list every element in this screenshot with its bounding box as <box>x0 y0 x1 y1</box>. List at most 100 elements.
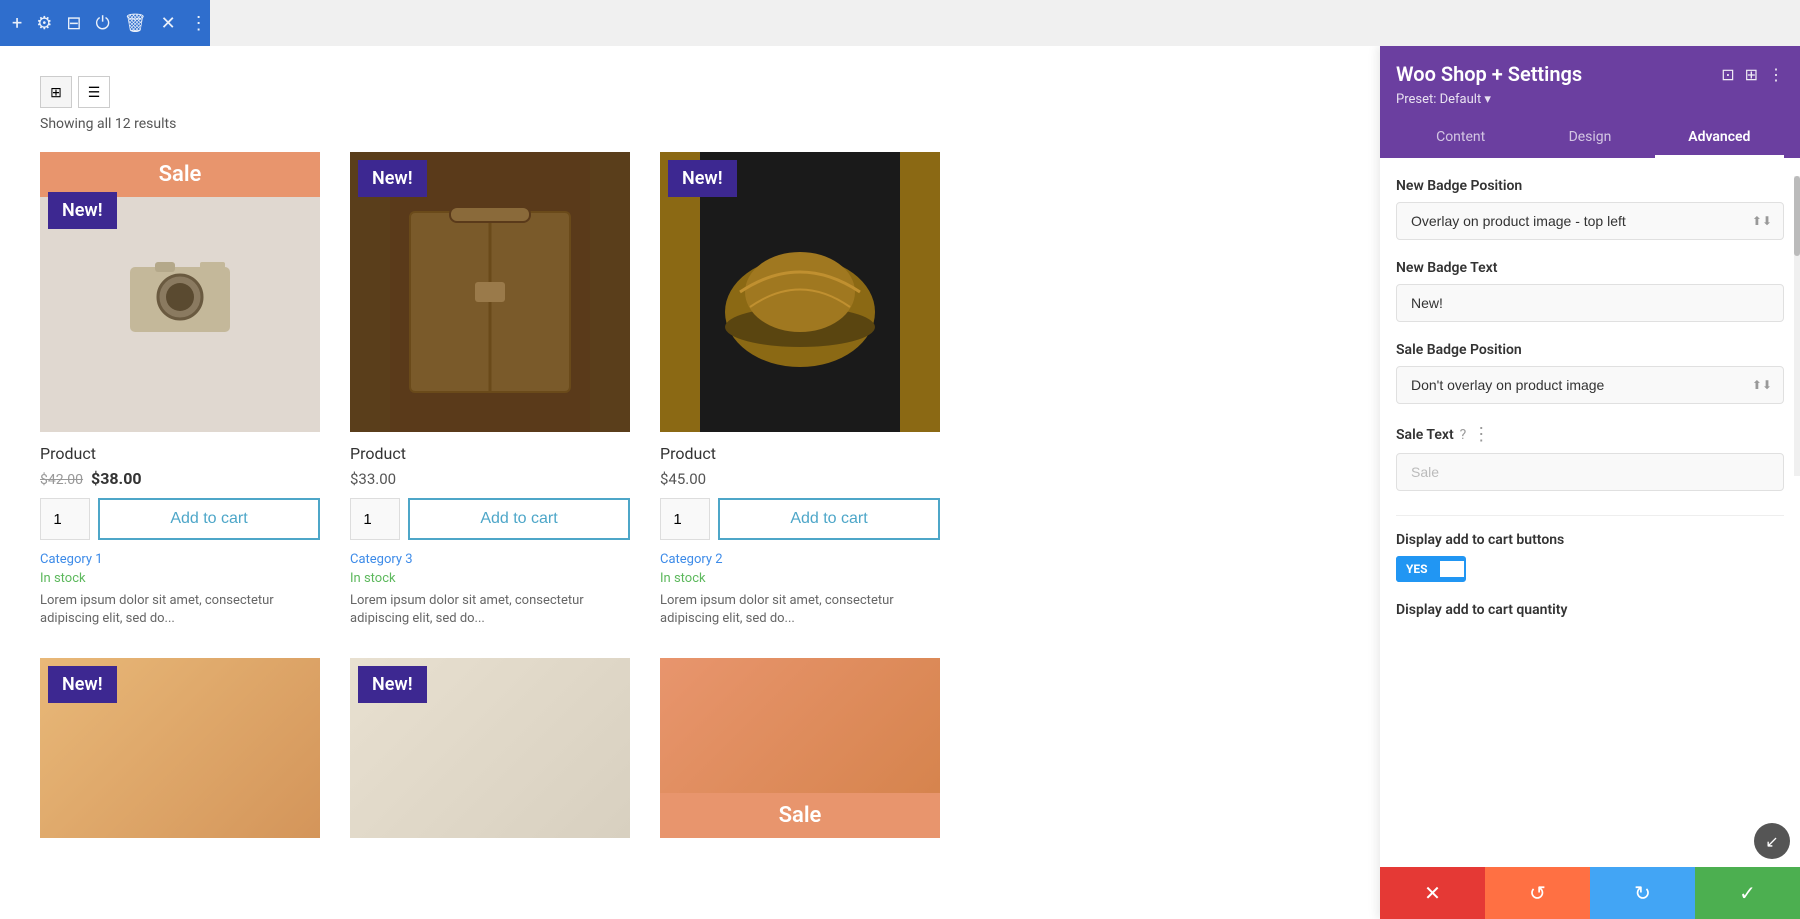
panel-title-row: Woo Shop + Settings ⊡ ⊞ ⋮ <box>1396 62 1784 86</box>
panel-actions: ✕ ↺ ↻ ✓ <box>1380 867 1800 919</box>
scrollbar-thumb[interactable] <box>1794 176 1800 256</box>
new-badge-position-select[interactable]: Overlay on product image - top left Over… <box>1396 202 1784 240</box>
add-to-cart-row-3: Add to cart <box>660 498 940 540</box>
grid-view-button[interactable]: ⊞ <box>40 76 72 108</box>
new-badge-5: New! <box>358 666 427 703</box>
sale-banner-1: Sale <box>40 152 320 197</box>
confirm-button[interactable]: ✓ <box>1695 867 1800 919</box>
product-desc-2: Lorem ipsum dolor sit amet, consectetur … <box>350 592 630 628</box>
add-to-cart-row-2: Add to cart <box>350 498 630 540</box>
product-image-wrap-2: New! <box>350 152 630 432</box>
quantity-input-3[interactable] <box>660 498 710 540</box>
product-stock-1: In stock <box>40 571 320 586</box>
sale-badge-position-select[interactable]: Don't overlay on product image Overlay o… <box>1396 366 1784 404</box>
new-badge-1: New! <box>48 192 117 229</box>
sale-text-input[interactable] <box>1396 453 1784 491</box>
product-stock-3: In stock <box>660 571 940 586</box>
divider-1 <box>1396 515 1784 516</box>
power-icon[interactable]: ⏻ <box>95 13 109 34</box>
more-options-icon[interactable]: ⋮ <box>1472 424 1490 445</box>
new-badge-4: New! <box>48 666 117 703</box>
product-image-wrap: Sale New! <box>40 152 320 432</box>
product-image-wrap-3: New! <box>660 152 940 432</box>
help-icon[interactable]: ? <box>1460 427 1467 443</box>
product-price-1: $42.00 $38.00 <box>40 469 320 488</box>
display-add-to-cart-quantity-label: Display add to cart quantity <box>1396 602 1784 618</box>
toggle-yes-label: YES <box>1396 556 1438 582</box>
columns-icon[interactable]: ⊞ <box>1745 65 1758 84</box>
layout-icon[interactable]: ⊟ <box>66 13 81 34</box>
product-category-1: Category 1 <box>40 552 320 567</box>
trash-icon[interactable]: 🗑 <box>124 13 147 34</box>
main-content: ⊞ ☰ Showing all 12 results <box>0 46 1800 919</box>
price-new-1: $38.00 <box>91 469 142 488</box>
cancel-button[interactable]: ✕ <box>1380 867 1485 919</box>
tab-content[interactable]: Content <box>1396 119 1525 158</box>
sale-text-label-row: Sale Text ? ⋮ <box>1396 424 1784 445</box>
showing-results: Showing all 12 results <box>40 116 1360 132</box>
table-row: New! <box>40 658 320 850</box>
menu-icon[interactable]: ⋮ <box>1768 65 1784 84</box>
product-image-wrap-4: New! <box>40 658 320 838</box>
undo-icon: ↺ <box>1529 881 1546 905</box>
panel-header: Woo Shop + Settings ⊡ ⊞ ⋮ Preset: Defaul… <box>1380 46 1800 158</box>
price-old-1: $42.00 <box>40 472 83 488</box>
tab-design[interactable]: Design <box>1525 119 1654 158</box>
product-name-3: Product <box>660 444 940 463</box>
add-to-cart-button-3[interactable]: Add to cart <box>718 498 940 540</box>
table-row: Sale New! Product $42.00 $38.00 Add to c… <box>40 152 320 628</box>
settings-panel: Woo Shop + Settings ⊡ ⊞ ⋮ Preset: Defaul… <box>1380 46 1800 919</box>
quantity-input-1[interactable] <box>40 498 90 540</box>
add-to-cart-row-1: Add to cart <box>40 498 320 540</box>
more-icon[interactable]: ⋮ <box>190 13 208 34</box>
tab-advanced[interactable]: Advanced <box>1655 119 1784 158</box>
cancel-icon: ✕ <box>1424 881 1441 905</box>
sale-badge-position-label: Sale Badge Position <box>1396 342 1784 358</box>
arrow-icon: ↙ <box>1765 832 1778 851</box>
product-name-2: Product <box>350 444 630 463</box>
add-icon[interactable]: + <box>12 13 22 34</box>
toggle-yes-no[interactable]: YES <box>1396 556 1466 582</box>
confirm-icon: ✓ <box>1739 881 1756 905</box>
add-to-cart-button-2[interactable]: Add to cart <box>408 498 630 540</box>
table-row: New! Product $45.00 Add to cart Category… <box>660 152 940 628</box>
quantity-input-2[interactable] <box>350 498 400 540</box>
top-toolbar: + ⚙ ⊟ ⏻ 🗑 ✕ ⋮ <box>0 0 210 46</box>
table-row: New! <box>350 658 630 850</box>
new-badge-2: New! <box>358 160 427 197</box>
scrollbar-track <box>1794 176 1800 476</box>
new-badge-text-input[interactable] <box>1396 284 1784 322</box>
table-row: Sale <box>660 658 940 850</box>
product-image-wrap-5: New! <box>350 658 630 838</box>
table-row: New! Product $33.00 Add to cart Category… <box>350 152 630 628</box>
undo-button[interactable]: ↺ <box>1485 867 1590 919</box>
panel-body: New Badge Position Overlay on product im… <box>1380 158 1800 901</box>
products-grid-bottom: New! New! Sale <box>40 658 1360 850</box>
panel-title: Woo Shop + Settings <box>1396 62 1582 86</box>
view-controls: ⊞ ☰ <box>40 76 1360 108</box>
toggle-thumb <box>1438 559 1466 579</box>
panel-title-icons: ⊡ ⊞ ⋮ <box>1721 65 1784 84</box>
new-badge-text-label: New Badge Text <box>1396 260 1784 276</box>
redo-button[interactable]: ↻ <box>1590 867 1695 919</box>
product-name-1: Product <box>40 444 320 463</box>
price-regular-3: $45.00 <box>660 470 706 488</box>
list-view-button[interactable]: ☰ <box>78 76 110 108</box>
float-action-button[interactable]: ↙ <box>1754 823 1790 859</box>
settings-icon[interactable]: ⚙ <box>36 13 52 34</box>
new-badge-position-wrapper: Overlay on product image - top left Over… <box>1396 202 1784 240</box>
sale-badge-position-wrapper: Don't overlay on product image Overlay o… <box>1396 366 1784 404</box>
expand-icon[interactable]: ⊡ <box>1721 65 1734 84</box>
product-desc-3: Lorem ipsum dolor sit amet, consectetur … <box>660 592 940 628</box>
products-grid: Sale New! Product $42.00 $38.00 Add to c… <box>40 152 1360 628</box>
product-price-3: $45.00 <box>660 469 940 488</box>
product-price-2: $33.00 <box>350 469 630 488</box>
sale-banner-bottom-1: Sale <box>660 793 940 838</box>
new-badge-3: New! <box>668 160 737 197</box>
sale-text-label: Sale Text <box>1396 427 1454 443</box>
add-to-cart-button-1[interactable]: Add to cart <box>98 498 320 540</box>
price-regular-2: $33.00 <box>350 470 396 488</box>
toggle-row-add-to-cart: YES <box>1396 556 1784 582</box>
close-icon[interactable]: ✕ <box>161 13 176 34</box>
panel-preset[interactable]: Preset: Default ▾ <box>1396 92 1784 107</box>
